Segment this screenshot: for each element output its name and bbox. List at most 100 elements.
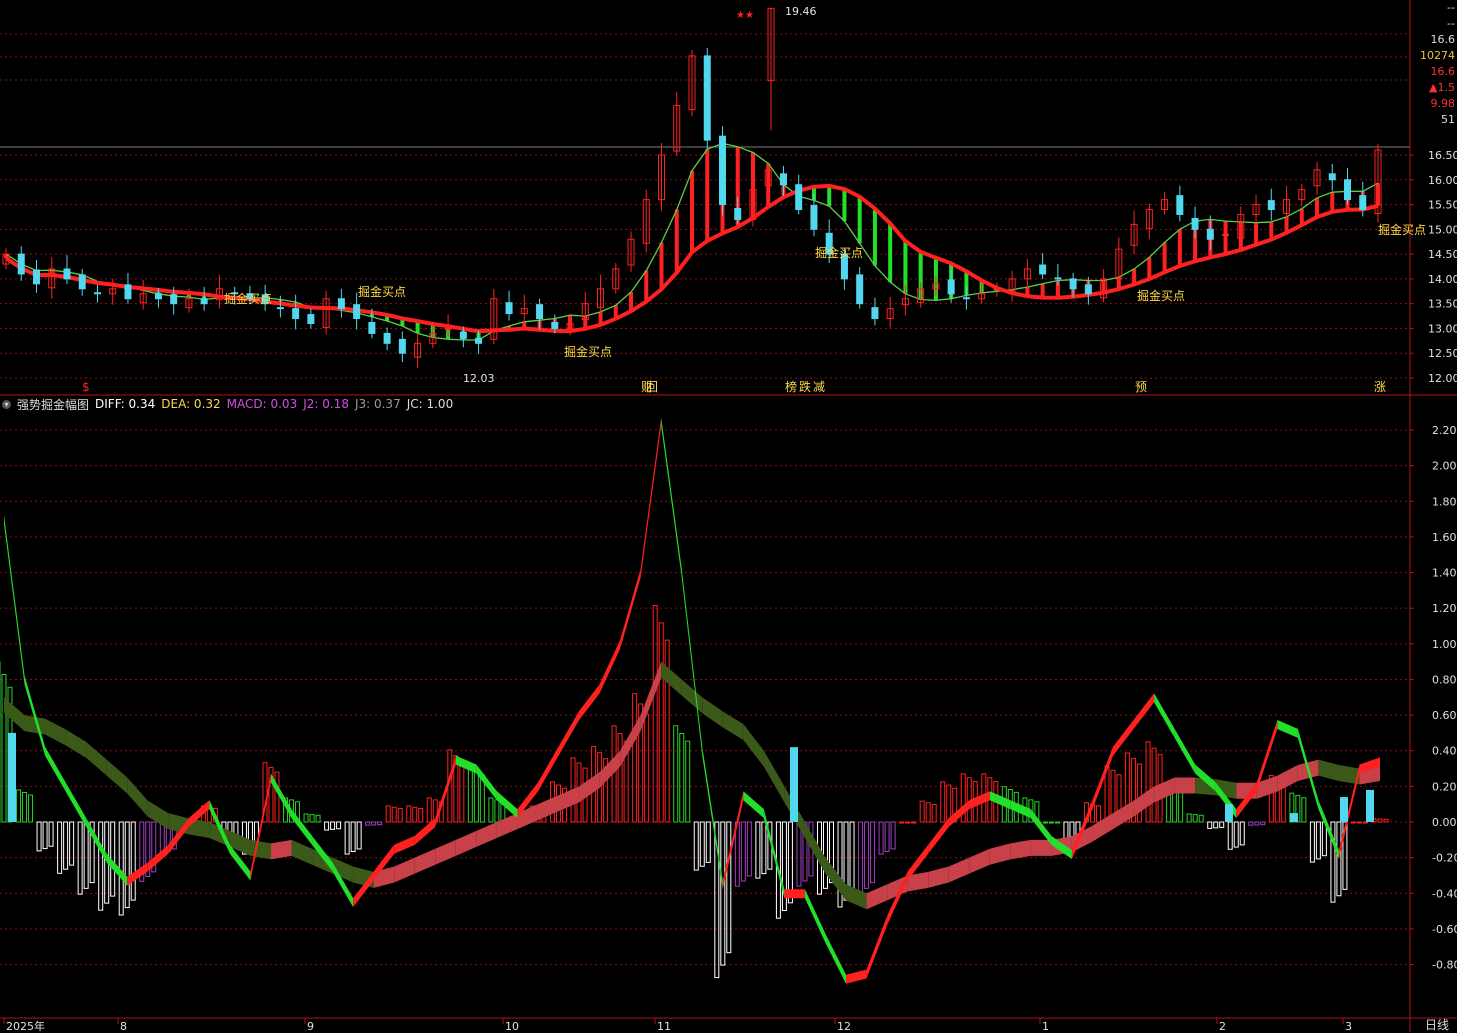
macd-bar — [1377, 818, 1383, 823]
candle-body — [1069, 278, 1077, 290]
macd-bar — [946, 784, 952, 823]
jc-value: JC: 1.00 — [406, 397, 454, 411]
quote-line-7: 9.98 — [1430, 97, 1456, 110]
dea-band-segment — [496, 813, 518, 838]
candle-body — [505, 302, 513, 315]
macd-bar — [1048, 821, 1054, 824]
price-tick-label: 16.50 — [1428, 149, 1457, 162]
diff-ribbon-segment — [1010, 800, 1031, 819]
highlight-bar — [8, 732, 16, 822]
buy-signal-label: 掘金买点 — [1137, 288, 1185, 303]
time-axis-label: 8 — [120, 1020, 127, 1032]
diff-ribbon-segment — [435, 755, 456, 827]
candle-body — [1176, 195, 1184, 215]
highlight-bar — [1290, 813, 1298, 822]
macd-bar — [459, 760, 465, 823]
collapse-icon[interactable]: ▾ — [2, 399, 11, 409]
event-tag: 跌 — [799, 379, 811, 394]
diff-value: DIFF: 0.34 — [95, 397, 156, 411]
macd-bar — [673, 725, 679, 823]
diff-ribbon-segment — [825, 933, 847, 984]
diff-ribbon-segment — [86, 818, 107, 863]
dea-band-segment — [969, 848, 990, 874]
macd-bar — [884, 821, 890, 853]
buy-signal-label: 掘金买点 — [224, 291, 272, 306]
macd-bar — [1186, 813, 1192, 823]
indicator-name[interactable]: 强势掘金幅图 — [17, 396, 89, 413]
candle-body — [779, 173, 787, 186]
dea-band-segment — [106, 759, 128, 794]
time-axis-label: 2025年 — [6, 1019, 45, 1032]
highlight-bar — [790, 747, 798, 822]
event-tag: 榜 — [785, 379, 797, 394]
indicator-tick-label: -0.80 — [1432, 959, 1457, 972]
macd-bar — [324, 821, 330, 831]
dea-band-segment — [1030, 839, 1052, 856]
chart-canvas[interactable]: 16.50 16.00 15.50 15.00 14.50 14.00 13.50 13.00… — [0, 0, 1457, 1032]
price-tick-label: 15.00 — [1428, 223, 1457, 236]
diff-ribbon-segment — [455, 755, 477, 774]
price-tick-label: 16.00 — [1428, 174, 1457, 187]
quote-line-4: 10274 — [1420, 49, 1455, 62]
macd-bar — [22, 791, 28, 823]
indicator-tick-label: -0.20 — [1432, 852, 1457, 865]
diff-ribbon-segment — [106, 853, 128, 886]
high-value-label: 19.46 — [785, 5, 817, 18]
macd-bar — [878, 821, 884, 855]
period-label[interactable]: 日线 — [1418, 1016, 1456, 1033]
dea-band-segment — [558, 786, 580, 812]
diff-ribbon-segment — [496, 791, 518, 819]
dea-band-segment — [948, 857, 970, 883]
dea-band-segment — [599, 750, 621, 789]
macd-bar — [69, 821, 75, 866]
candle-body — [993, 288, 1001, 291]
macd-bar — [905, 821, 911, 824]
macd-bar — [377, 821, 383, 826]
macd-bar — [1192, 814, 1198, 823]
macd-bar — [870, 821, 876, 884]
macd-bar — [57, 821, 63, 874]
indicator-tick-label: -0.40 — [1432, 887, 1457, 900]
macd-bar — [746, 821, 752, 877]
macd-bar — [36, 821, 42, 852]
dea-band-segment — [1277, 764, 1298, 792]
diff-ribbon-segment — [476, 764, 497, 801]
indicator-tick-label: 0.20 — [1432, 780, 1457, 793]
diff-ribbon-segment — [1174, 728, 1196, 774]
dea-band-segment — [147, 800, 169, 830]
macd-bar — [124, 821, 130, 909]
macd-bar — [406, 805, 412, 823]
indicator-legend: ▾ 强势掘金幅图 DIFF: 0.34 DEA: 0.32 MACD: 0.03… — [2, 396, 453, 412]
dea-band-segment — [620, 715, 641, 767]
dea-band-segment — [4, 697, 25, 732]
candle-body — [1328, 173, 1336, 181]
dea-band-segment — [1154, 777, 1175, 803]
dea-band-segment — [86, 741, 107, 776]
macd-bar — [1309, 821, 1315, 863]
candle-body — [810, 205, 818, 230]
macd-bar — [740, 821, 746, 882]
candle-body — [63, 268, 71, 280]
indicator-tick-label: 1.00 — [1432, 638, 1457, 651]
candle-body — [551, 321, 559, 329]
candle-body — [459, 331, 467, 339]
macd-bar — [397, 808, 403, 823]
quote-panel: -- -- 16.6 10274 16.6 ▲1.5 9.98 51 — [1411, 0, 1457, 150]
macd-bar — [679, 732, 685, 823]
macd-bar — [16, 789, 22, 823]
macd-bar — [488, 797, 494, 823]
diff-ribbon-segment — [846, 969, 867, 984]
macd-bar — [315, 814, 321, 823]
event-tag: $ — [82, 380, 90, 394]
dea-band-segment — [989, 843, 1011, 865]
candle-body — [17, 253, 25, 275]
candle-body — [475, 337, 483, 344]
macd-bar — [652, 605, 658, 823]
diff-ribbon-segment — [969, 791, 990, 810]
macd-bar — [1207, 821, 1213, 829]
dea-band-segment — [681, 679, 703, 714]
indicator-tick-label: 0.40 — [1432, 745, 1457, 758]
candle-body — [1054, 277, 1062, 280]
time-axis-label: 11 — [657, 1020, 671, 1032]
diff-ribbon-segment — [702, 746, 723, 890]
